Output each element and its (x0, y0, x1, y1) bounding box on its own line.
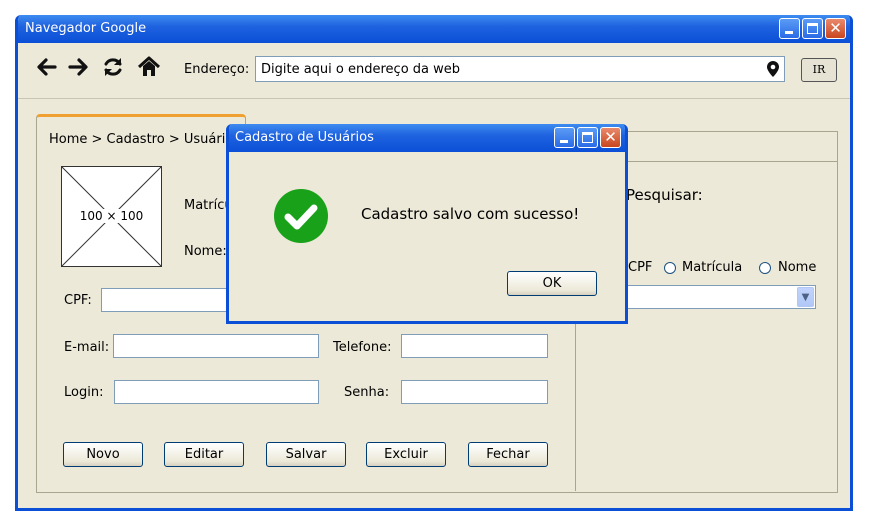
maximize-button[interactable] (802, 18, 823, 39)
image-placeholder: 100 × 100 (61, 166, 162, 267)
dialog-maximize-button[interactable] (577, 127, 598, 148)
window-titlebar[interactable]: Navegador Google ✕ (18, 15, 850, 43)
address-value: Digite aqui o endereço da web (261, 62, 461, 77)
search-select[interactable]: ▼ (626, 285, 816, 309)
radio-matricula[interactable] (664, 262, 676, 274)
forward-arrow-icon[interactable] (67, 56, 91, 80)
maximize-icon (582, 132, 593, 143)
dialog-minimize-button[interactable] (554, 127, 575, 148)
minimize-icon (785, 31, 793, 34)
senha-label: Senha: (344, 385, 390, 400)
telefone-label: Telefone: (333, 340, 392, 355)
home-icon[interactable] (137, 56, 161, 80)
radio-cpf-label: CPF (628, 260, 653, 275)
ok-button[interactable]: OK (507, 271, 597, 296)
dialog-close-button[interactable]: ✕ (600, 127, 621, 148)
minimize-icon (560, 140, 568, 143)
login-field[interactable] (114, 380, 319, 404)
browser-toolbar: Endereço: Digite aqui o endereço da web … (18, 43, 850, 99)
cpf-label: CPF: (64, 293, 92, 308)
nome-label: Nome: (184, 244, 227, 259)
dialog-titlebar[interactable]: Cadastro de Usuários ✕ (229, 124, 625, 152)
dialog-message: Cadastro salvo com sucesso! (361, 205, 580, 223)
radio-nome-label: Nome (778, 260, 817, 275)
page-tab[interactable] (36, 114, 246, 134)
window-title: Navegador Google (25, 21, 147, 36)
close-icon: ✕ (829, 19, 842, 37)
telefone-field[interactable] (401, 334, 548, 358)
breadcrumb: Home > Cadastro > Usuário: (49, 132, 238, 147)
editar-button[interactable]: Editar (164, 442, 244, 467)
maximize-icon (807, 23, 818, 34)
success-dialog: Cadastro de Usuários ✕ Cadastro salvo co… (226, 124, 628, 324)
go-button[interactable]: IR (801, 58, 837, 82)
close-icon: ✕ (604, 128, 617, 146)
radio-nome[interactable] (759, 262, 771, 274)
image-placeholder-label: 100 × 100 (78, 209, 145, 223)
email-field[interactable] (113, 334, 319, 358)
refresh-icon[interactable] (101, 56, 125, 80)
search-title: Pesquisar: (626, 186, 703, 204)
chevron-down-icon[interactable]: ▼ (797, 287, 814, 307)
novo-button[interactable]: Novo (63, 442, 143, 467)
dialog-title: Cadastro de Usuários (235, 130, 374, 145)
senha-field[interactable] (401, 380, 548, 404)
address-label: Endereço: (184, 62, 250, 77)
dialog-window-controls: ✕ (554, 127, 621, 148)
close-button[interactable]: ✕ (825, 18, 846, 39)
fechar-button[interactable]: Fechar (468, 442, 548, 467)
success-check-icon (273, 188, 329, 244)
salvar-button[interactable]: Salvar (266, 442, 346, 467)
minimize-button[interactable] (779, 18, 800, 39)
login-label: Login: (64, 385, 104, 400)
window-controls: ✕ (779, 18, 846, 39)
email-label: E-mail: (64, 340, 110, 355)
radio-matricula-label: Matrícula (682, 260, 743, 275)
excluir-button[interactable]: Excluir (366, 442, 446, 467)
back-arrow-icon[interactable] (34, 56, 58, 80)
location-pin-icon[interactable] (766, 60, 780, 82)
address-input[interactable]: Digite aqui o endereço da web (255, 56, 785, 82)
